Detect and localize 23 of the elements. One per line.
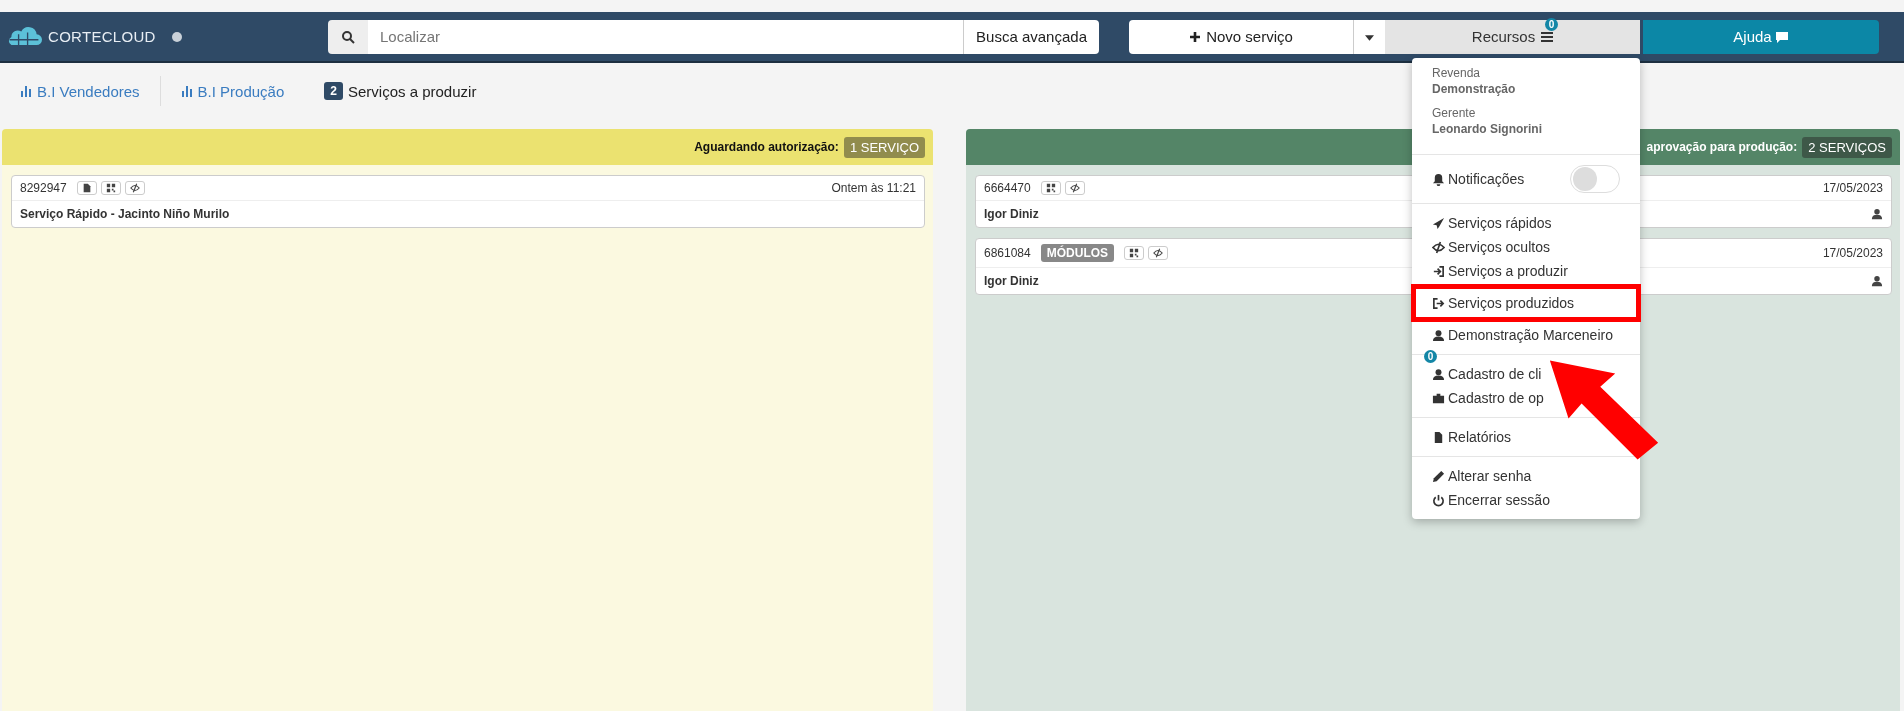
card-date: 17/05/2023 — [1822, 181, 1883, 195]
column-title: Aguardando autorização: — [694, 140, 839, 154]
count-badge: 2 — [324, 82, 343, 100]
count-badge: 2 SERVIÇOS — [1802, 136, 1892, 158]
info-value: Leonardo Signorini — [1432, 122, 1543, 136]
count-badge: 1 SERVIÇO — [843, 136, 925, 158]
service-id: 6664470 — [984, 181, 1031, 195]
card-date: 17/05/2023 — [1822, 246, 1883, 260]
module-tag: MÓDULOS — [1040, 244, 1115, 262]
info-label: Revenda — [1432, 66, 1482, 80]
info-label: Gerente — [1432, 106, 1477, 120]
brand-name: CORTECLOUD — [48, 28, 156, 45]
menu-label: Notificações — [1448, 171, 1525, 187]
card-title: Igor Diniz — [984, 274, 1039, 288]
card-title: Serviço Rápido - Jacinto Niño Murilo — [20, 207, 230, 221]
service-id: 6861084 — [984, 246, 1031, 260]
card-date: Ontem às 11:21 — [831, 181, 916, 195]
count-badge: 0 — [1545, 17, 1558, 31]
count-badge: 0 — [1424, 350, 1437, 363]
info-value: Demonstração — [1432, 82, 1517, 96]
column-title: aprovação para produção: — [1646, 140, 1798, 154]
service-id: 8292947 — [20, 181, 67, 195]
card-title: Igor Diniz — [984, 207, 1039, 221]
